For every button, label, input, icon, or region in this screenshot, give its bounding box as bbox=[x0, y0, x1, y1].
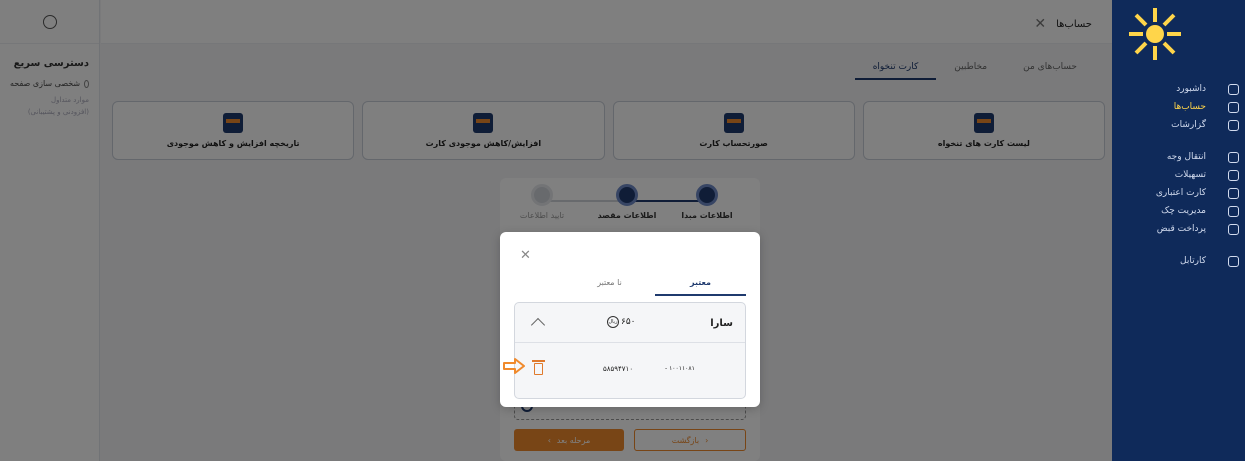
sidebar-item-accounts[interactable]: حساب‌ها bbox=[1112, 98, 1245, 116]
card-number: ۵۸۵۹۴۷۱۰ bbox=[603, 365, 634, 373]
chevron-right-icon: › bbox=[705, 435, 709, 445]
sidebar-item-dashboard[interactable]: داشبورد bbox=[1112, 80, 1245, 98]
step-confirm-label: تایید اطلاعات bbox=[519, 211, 565, 220]
sidebar-item-transfer[interactable]: انتقال وجه bbox=[1112, 148, 1245, 166]
currency-badge: ریال bbox=[607, 316, 619, 328]
trash-icon[interactable] bbox=[532, 360, 545, 375]
main-sidebar: داشبورد حساب‌ها گزارشات انتقال وجه تسهیل… bbox=[1112, 0, 1245, 461]
bill-icon bbox=[1228, 223, 1239, 235]
card-amount-value: ۶۵۰ bbox=[621, 317, 636, 327]
next-step-button[interactable]: ‹ مرحله بعد bbox=[514, 429, 624, 451]
source-step-icon bbox=[696, 184, 718, 206]
credit-card-icon bbox=[1228, 187, 1239, 199]
sidebar-item-label: مدیریت چک bbox=[1161, 206, 1206, 216]
sidebar-item-label: کارتابل bbox=[1180, 256, 1206, 266]
card-holder-name: سارا bbox=[710, 318, 733, 329]
back-button[interactable]: بازگشت › bbox=[634, 429, 746, 451]
step-source-label: اطلاعات مبدا bbox=[681, 211, 733, 220]
card-select-modal: ✕ نا معتبر معتبر ریال ۶۵۰ سارا ۵۸۵۹۴۷۱۰ … bbox=[500, 232, 760, 407]
sidebar-item-label: پرداخت قبض bbox=[1156, 224, 1206, 234]
dashboard-icon bbox=[1228, 83, 1239, 95]
card-item[interactable]: ریال ۶۵۰ سارا ۵۸۵۹۴۷۱۰ - ۱۰۰۱۱۰۸۱ bbox=[514, 302, 746, 399]
back-label: بازگشت bbox=[671, 435, 700, 445]
check-icon bbox=[1228, 205, 1239, 217]
sidebar-item-label: گزارشات bbox=[1171, 120, 1206, 130]
reports-icon bbox=[1228, 119, 1239, 131]
modal-tabs: نا معتبر معتبر bbox=[564, 274, 746, 296]
account-number: - ۱۰۰۱۱۰۸۱ bbox=[665, 365, 695, 372]
step-destination: اطلاعات مقصد bbox=[587, 184, 667, 220]
sidebar-item-bill[interactable]: پرداخت قبض bbox=[1112, 220, 1245, 238]
sidebar-item-facilities[interactable]: تسهیلات bbox=[1112, 166, 1245, 184]
card-item-details: ۵۸۵۹۴۷۱۰ - ۱۰۰۱۱۰۸۱ bbox=[515, 343, 745, 399]
next-step-label: مرحله بعد bbox=[556, 435, 591, 445]
destination-step-icon bbox=[616, 184, 638, 206]
transfer-icon bbox=[1228, 151, 1239, 163]
confirm-step-icon bbox=[531, 184, 553, 206]
sidebar-item-label: حساب‌ها bbox=[1173, 102, 1206, 112]
sidebar-item-credit-card[interactable]: کارت اعتباری bbox=[1112, 184, 1245, 202]
cartable-icon bbox=[1228, 255, 1239, 267]
sidebar-item-check[interactable]: مدیریت چک bbox=[1112, 202, 1245, 220]
bank-logo bbox=[1129, 8, 1181, 60]
step-source: اطلاعات مبدا bbox=[667, 184, 747, 220]
sidebar-item-label: انتقال وجه bbox=[1166, 152, 1206, 162]
step-destination-label: اطلاعات مقصد bbox=[597, 211, 657, 220]
chevron-up-icon[interactable] bbox=[530, 317, 546, 333]
wizard-steps: اطلاعات مبدا اطلاعات مقصد تایید اطلاعات bbox=[500, 184, 760, 224]
card-amount: ریال ۶۵۰ bbox=[607, 316, 636, 328]
sidebar-item-label: تسهیلات bbox=[1174, 170, 1206, 180]
accounts-icon bbox=[1228, 101, 1239, 113]
chevron-left-icon: ‹ bbox=[547, 435, 551, 445]
sidebar-item-label: داشبورد bbox=[1176, 84, 1206, 94]
sidebar-item-cartable[interactable]: کارتابل bbox=[1112, 252, 1245, 270]
sidebar-item-label: کارت اعتباری bbox=[1155, 188, 1206, 198]
card-item-header: ریال ۶۵۰ سارا bbox=[515, 303, 745, 343]
sidebar-nav: داشبورد حساب‌ها گزارشات انتقال وجه تسهیل… bbox=[1112, 80, 1245, 270]
sidebar-item-reports[interactable]: گزارشات bbox=[1112, 116, 1245, 134]
step-confirm: تایید اطلاعات bbox=[502, 184, 582, 220]
tab-valid[interactable]: معتبر bbox=[655, 274, 746, 296]
close-icon[interactable]: ✕ bbox=[520, 248, 531, 263]
arrow-right-icon bbox=[503, 358, 525, 374]
facilities-icon bbox=[1228, 169, 1239, 181]
tab-invalid[interactable]: نا معتبر bbox=[564, 274, 655, 296]
